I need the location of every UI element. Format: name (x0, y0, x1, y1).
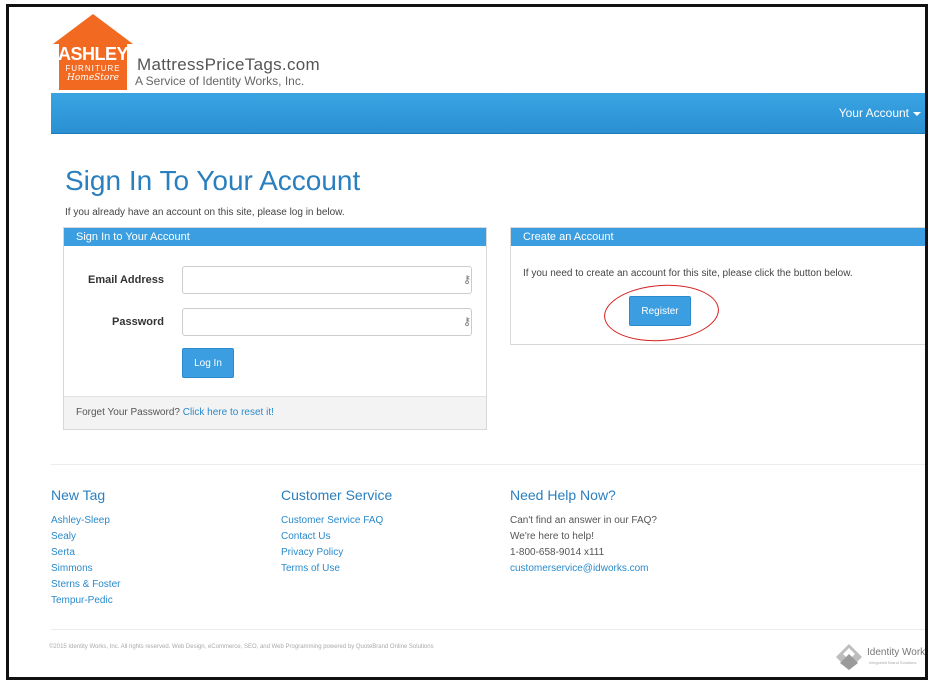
copyright-text: ©2015 Identity Works, Inc. All rights re… (49, 644, 434, 650)
intro-text: If you already have an account on this s… (65, 207, 345, 218)
logo-roof-shape (53, 14, 133, 44)
sign-in-panel-heading: Sign In to Your Account (64, 228, 486, 246)
reset-password-link[interactable]: Click here to reset it! (183, 407, 274, 418)
identity-works-subtitle: Integrated Brand Solutions (869, 660, 917, 665)
footer-link-terms[interactable]: Terms of Use (281, 561, 392, 577)
footer-col-help: Need Help Now? Can't find an answer in o… (510, 487, 657, 577)
footer-heading-customer-service: Customer Service (281, 487, 393, 503)
footer-col-customer-service: Customer Service Customer Service FAQ Co… (281, 487, 392, 577)
password-field[interactable] (182, 308, 472, 336)
create-account-panel: Create an Account If you need to create … (510, 227, 925, 345)
email-label: Email Address (87, 274, 164, 286)
logo-body: ASHLEY FURNITURE HomeStore (58, 42, 129, 90)
key-icon: ⚷ (462, 274, 472, 286)
forgot-password-bar: Forget Your Password? Click here to rese… (64, 396, 486, 429)
copyright-divider (51, 629, 925, 630)
footer-link-simmons[interactable]: Simmons (51, 561, 120, 577)
create-account-panel-heading: Create an Account (511, 228, 925, 246)
logo-home-text: HomeStore (67, 73, 119, 83)
footer-link-faq[interactable]: Customer Service FAQ (281, 513, 392, 529)
footer-link-privacy[interactable]: Privacy Policy (281, 545, 392, 561)
page-title: Sign In To Your Account (65, 165, 361, 196)
identity-works-brand: Identity Works (867, 647, 928, 658)
email-field[interactable] (182, 266, 472, 294)
help-text-faq: Can't find an answer in our FAQ? (510, 515, 657, 526)
footer-heading-new-tag: New Tag (51, 487, 106, 503)
caret-down-icon (913, 111, 921, 116)
footer-link-serta[interactable]: Serta (51, 545, 120, 561)
help-text-here: We're here to help! (510, 531, 594, 542)
footer-link-ashley-sleep[interactable]: Ashley-Sleep (51, 513, 120, 529)
ashley-logo[interactable]: ASHLEY FURNITURE HomeStore (53, 14, 133, 92)
site-name[interactable]: MattressPriceTags.com (137, 55, 320, 75)
your-account-dropdown[interactable]: Your Account (839, 106, 921, 120)
create-account-text: If you need to create an account for thi… (523, 268, 853, 279)
footer-divider (51, 464, 925, 465)
key-icon: ⚷ (462, 316, 472, 328)
top-navbar: Your Account (51, 93, 925, 134)
your-account-label: Your Account (838, 106, 909, 120)
footer-link-sealy[interactable]: Sealy (51, 529, 120, 545)
site-tagline: A Service of Identity Works, Inc. (135, 74, 305, 88)
log-in-button[interactable]: Log In (182, 348, 234, 378)
sign-in-panel: Sign In to Your Account Email Address ⚷ … (63, 227, 487, 430)
help-email-link[interactable]: customerservice@idworks.com (510, 561, 657, 577)
logo-main-text: ASHLEY (58, 44, 129, 64)
identity-works-logo-icon[interactable] (835, 643, 863, 671)
forgot-password-text: Forget Your Password? (76, 407, 180, 418)
footer-col-new-tag: New Tag Ashley-Sleep Sealy Serta Simmons… (51, 487, 120, 609)
footer-link-sterns-foster[interactable]: Sterns & Foster (51, 577, 120, 593)
browser-frame: ASHLEY FURNITURE HomeStore MattressPrice… (6, 4, 928, 680)
footer-link-tempur-pedic[interactable]: Tempur-Pedic (51, 593, 120, 609)
logo-sub-text: FURNITURE (65, 64, 121, 73)
password-label: Password (112, 316, 164, 328)
help-phone: 1-800-658-9014 x111 (510, 547, 605, 558)
footer-heading-help: Need Help Now? (510, 487, 616, 503)
footer-link-contact[interactable]: Contact Us (281, 529, 392, 545)
